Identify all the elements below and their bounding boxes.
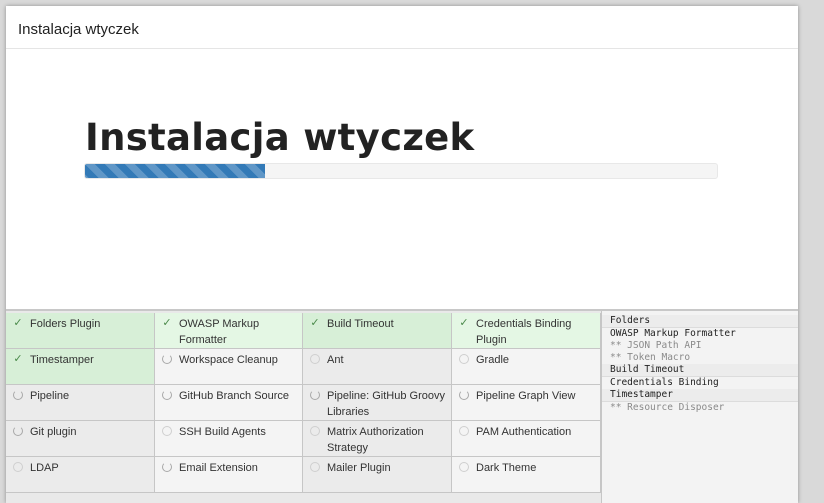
log-line: ** Resource Disposer <box>610 402 725 413</box>
plugin-item: LDAP <box>6 457 155 493</box>
plugin-item: ✓ OWASP Markup Formatter <box>155 313 303 349</box>
circle-icon <box>459 462 469 472</box>
plugin-item-label: Folders Plugin <box>30 318 101 330</box>
plugin-item: Pipeline: GitHub Groovy Libraries <box>303 385 452 421</box>
plugin-item-label: Pipeline <box>30 390 70 402</box>
check-icon: ✓ <box>13 317 23 329</box>
plugin-item-label: Email Extension <box>179 462 258 474</box>
plugin-item-label: Pipeline Graph View <box>476 390 576 402</box>
plugin-item: Mailer Plugin <box>303 457 452 493</box>
check-icon: ✓ <box>13 353 23 365</box>
circle-icon <box>13 462 23 472</box>
check-icon: ✓ <box>162 317 172 329</box>
log-line: Folders <box>602 315 798 328</box>
check-icon: ✓ <box>459 317 469 329</box>
progress-bar-fill <box>85 164 266 178</box>
plugin-item: SSH Build Agents <box>155 421 303 457</box>
spinner-icon <box>162 390 172 400</box>
plugin-item: Matrix Authorization Strategy <box>303 421 452 457</box>
install-panel: Instalacja wtyczek <box>6 50 798 309</box>
spinner-icon <box>13 390 23 400</box>
install-progress-bar <box>84 163 718 179</box>
plugin-item-label: GitHub Branch Source <box>179 390 290 402</box>
plugin-item-label: Mailer Plugin <box>327 462 391 474</box>
log-line: ** JSON Path API <box>610 340 702 351</box>
circle-icon <box>310 426 320 436</box>
install-log[interactable]: Folders OWASP Markup Formatter ** JSON Pat… <box>601 311 798 503</box>
plugin-item-label: Build Timeout <box>327 318 394 330</box>
plugin-item-label: Pipeline: GitHub Groovy Libraries <box>327 390 445 418</box>
plugin-item-label: Matrix Authorization Strategy <box>327 426 424 454</box>
plugin-item-label: Dark Theme <box>476 462 537 474</box>
spinner-icon <box>162 354 172 364</box>
spinner-icon <box>162 462 172 472</box>
plugin-item-label: LDAP <box>30 462 59 474</box>
spinner-icon <box>459 390 469 400</box>
plugin-item-label: Git plugin <box>30 426 77 438</box>
log-line: Timestamper <box>602 389 798 402</box>
log-line: OWASP Markup Formatter <box>610 328 736 339</box>
plugin-item-label: OWASP Markup Formatter <box>179 318 260 346</box>
circle-icon <box>459 426 469 436</box>
plugin-item: Pipeline <box>6 385 155 421</box>
plugin-item-label: Workspace Cleanup <box>179 354 278 366</box>
plugin-item: Workspace Cleanup <box>155 349 303 385</box>
plugin-item-label: SSH Build Agents <box>179 426 266 438</box>
plugin-item: ✓ Credentials Binding Plugin <box>452 313 601 349</box>
plugin-item: Gradle <box>452 349 601 385</box>
plugin-item: ✓ Timestamper <box>6 349 155 385</box>
log-line: Build Timeout <box>602 364 798 377</box>
check-icon: ✓ <box>310 317 320 329</box>
plugin-item: GitHub Branch Source <box>155 385 303 421</box>
circle-icon <box>310 354 320 364</box>
circle-icon <box>459 354 469 364</box>
log-line: ** Token Macro <box>610 352 691 363</box>
page-title: Instalacja wtyczek <box>85 116 475 159</box>
plugin-grid: ✓ Folders Plugin ✓ OWASP Markup Formatter ✓ B… <box>6 313 601 493</box>
spinner-icon <box>310 390 320 400</box>
plugin-item: Git plugin <box>6 421 155 457</box>
log-line: Credentials Binding <box>610 377 719 388</box>
plugin-item-label: Gradle <box>476 354 510 366</box>
spinner-icon <box>13 426 23 436</box>
plugin-item-label: PAM Authentication <box>476 426 572 438</box>
plugin-status-area: ✓ Folders Plugin ✓ OWASP Markup Formatter ✓ B… <box>6 309 798 503</box>
circle-icon <box>310 462 320 472</box>
dialog-header-title: Instalacja wtyczek <box>6 6 798 49</box>
plugin-item: Ant <box>303 349 452 385</box>
plugin-item-label: Ant <box>327 354 344 366</box>
circle-icon <box>162 426 172 436</box>
setup-wizard-dialog: Instalacja wtyczek Instalacja wtyczek ✓ F… <box>6 6 798 503</box>
plugin-item: ✓ Build Timeout <box>303 313 452 349</box>
plugin-item: Dark Theme <box>452 457 601 493</box>
plugin-item: PAM Authentication <box>452 421 601 457</box>
plugin-item-label: Timestamper <box>30 354 94 366</box>
plugin-item: ✓ Folders Plugin <box>6 313 155 349</box>
plugin-item: Email Extension <box>155 457 303 493</box>
plugin-item: Pipeline Graph View <box>452 385 601 421</box>
plugin-item-label: Credentials Binding Plugin <box>476 318 572 346</box>
